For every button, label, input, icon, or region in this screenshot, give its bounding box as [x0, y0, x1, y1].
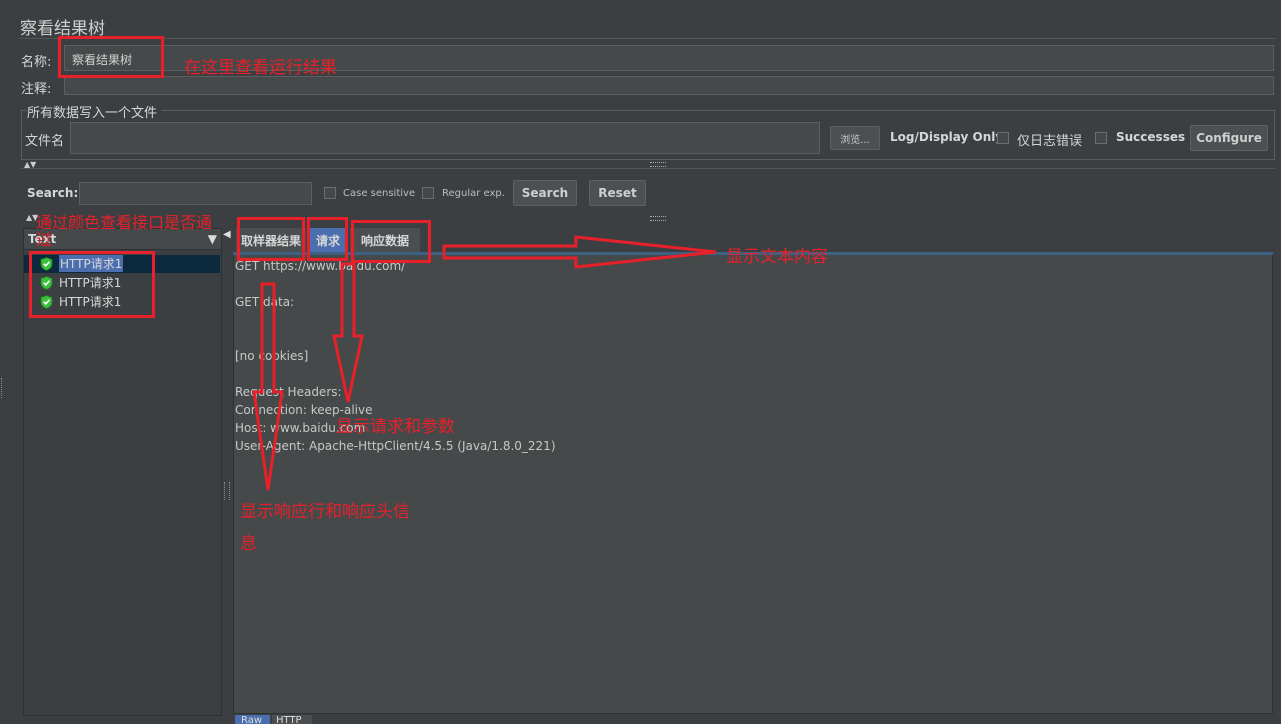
response-text-area[interactable]	[233, 252, 1273, 714]
name-label: 名称:	[21, 55, 52, 70]
successes-label: Successes	[1116, 130, 1186, 144]
regex-checkbox[interactable]	[422, 187, 434, 199]
reset-button[interactable]: Reset	[589, 180, 646, 206]
arrow-down-icon	[332, 262, 364, 403]
annotation-box-name	[58, 36, 164, 78]
filename-input[interactable]	[70, 122, 820, 154]
filename-label: 文件名	[25, 134, 65, 149]
tab-raw[interactable]: Raw	[235, 715, 270, 724]
annotation-box-tab3	[351, 220, 431, 263]
title-divider	[18, 38, 1276, 39]
annotation-box-tree	[29, 251, 155, 318]
successes-checkbox[interactable]	[1095, 132, 1107, 144]
vertical-splitter-grip-icon[interactable]	[224, 482, 230, 500]
case-sensitive-label: Case sensitive	[343, 188, 416, 199]
splitter-grip-icon[interactable]	[650, 216, 666, 221]
arrow-down-icon	[252, 282, 284, 491]
left-grip-icon[interactable]	[1, 378, 5, 398]
configure-button[interactable]: Configure	[1190, 125, 1268, 151]
case-sensitive-checkbox[interactable]	[324, 187, 336, 199]
annotation-response-note-2: 息	[240, 534, 257, 554]
comment-input[interactable]	[64, 76, 1274, 95]
annotation-color-note: 通过颜色查看接口是否通过	[36, 213, 213, 249]
search-label: Search:	[27, 186, 79, 200]
group-top-right	[161, 110, 1275, 111]
splitter-grip-icon[interactable]	[650, 162, 666, 167]
errors-only-label: 仅日志错误	[1017, 134, 1083, 149]
annotation-box-tab1	[237, 217, 305, 261]
search-input[interactable]	[79, 182, 312, 205]
annotation-text-note: 显示文本内容	[726, 247, 828, 267]
browse-button[interactable]: 浏览...	[830, 126, 880, 150]
tab-label: HTTP	[276, 715, 302, 724]
tab-scroll-left-icon[interactable]: ◀	[223, 229, 231, 240]
errors-only-checkbox[interactable]	[997, 132, 1009, 144]
arrow-right-icon	[442, 235, 717, 269]
annotation-request-note: 显示请求和参数	[336, 417, 455, 437]
tab-http[interactable]: HTTP	[272, 715, 312, 724]
log-display-label: Log/Display Only:	[890, 130, 1008, 144]
regex-label: Regular exp.	[442, 188, 505, 199]
annotation-name-note: 在这里查看运行结果	[184, 58, 337, 78]
splitter-line	[21, 168, 1275, 169]
comment-label: 注释:	[21, 82, 52, 97]
annotation-response-note: 显示响应行和响应头信	[240, 502, 410, 522]
search-button[interactable]: Search	[513, 180, 577, 206]
tab-label: Raw	[241, 715, 263, 724]
file-group-title: 所有数据写入一个文件	[27, 106, 158, 121]
annotation-box-tab2	[307, 217, 348, 261]
